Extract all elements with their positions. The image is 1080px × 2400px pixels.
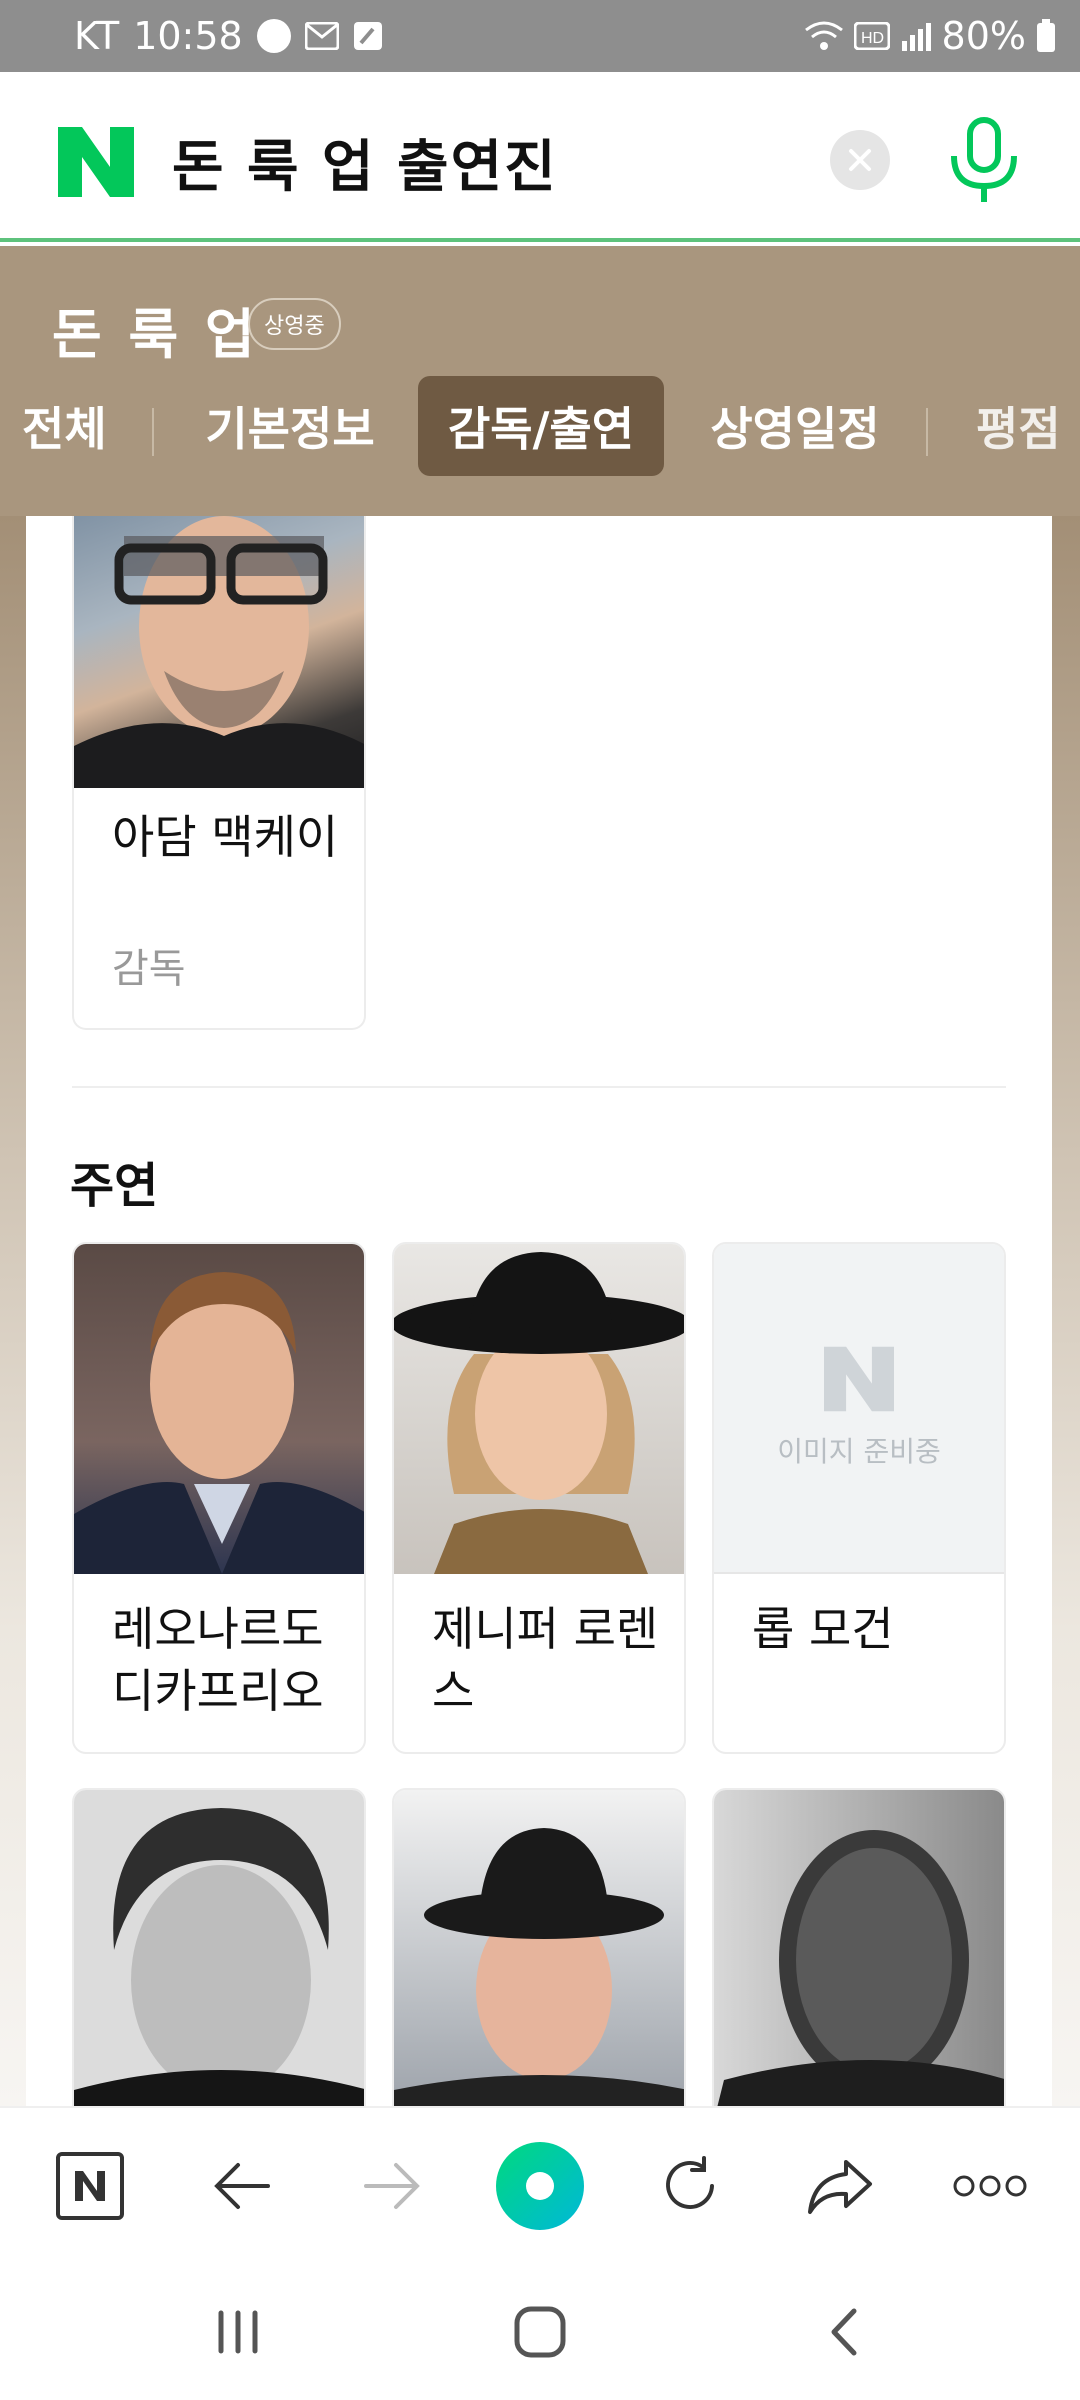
director-photo <box>74 516 364 788</box>
section-title-lead-cast: 주연 <box>70 1158 159 1214</box>
home-button[interactable] <box>500 2292 580 2372</box>
section-divider <box>72 1086 1006 1088</box>
cast-portrait <box>394 1828 684 2106</box>
cast-photo <box>394 1244 684 1574</box>
more-button[interactable] <box>950 2146 1030 2226</box>
cast-photo <box>74 1244 364 1574</box>
more-icon <box>953 2175 1027 2197</box>
cast-name: 제니퍼 로렌스 <box>432 1602 659 1718</box>
tab-all[interactable]: 전체 <box>0 376 150 476</box>
home-icon <box>514 2306 566 2358</box>
cast-photo <box>74 1790 364 2106</box>
clear-button[interactable] <box>830 130 890 190</box>
green-dot-button[interactable] <box>494 2140 586 2232</box>
movie-title: 돈 룩 업 <box>52 303 259 366</box>
cast-name: 롭 모건 <box>752 1602 894 1656</box>
cast-card[interactable] <box>72 1788 366 2106</box>
cast-photo-placeholder: 이미지 준비중 <box>714 1244 1004 1574</box>
naver-home-icon <box>56 2152 124 2220</box>
tab-divider <box>926 408 928 456</box>
cast-card[interactable]: 이미지 준비중 롭 모건 <box>712 1242 1006 1754</box>
naver-placeholder-icon <box>824 1346 894 1412</box>
cast-card[interactable] <box>712 1788 1006 2106</box>
cast-photo <box>394 1790 684 2106</box>
director-card[interactable]: 아담 맥케이 감독 <box>72 516 366 1030</box>
clear-icon <box>849 149 871 171</box>
battery-percent: 80% <box>941 14 1026 58</box>
tab-rating[interactable]: 평점 <box>956 376 1080 476</box>
system-navigation-bar <box>0 2256 1080 2400</box>
signal-icon <box>901 23 931 51</box>
refresh-icon <box>666 2156 714 2209</box>
tab-bar: 전체 기본정보 감독/출연 상영일정 평점 <box>0 376 1080 476</box>
forward-arrow-icon <box>364 2163 420 2209</box>
status-badge: 상영중 <box>248 298 341 350</box>
green-dot-icon <box>496 2142 584 2230</box>
edit-icon <box>353 22 382 50</box>
search-input[interactable]: 돈 룩 업 출연진 <box>172 122 558 203</box>
x-app-icon <box>256 19 291 53</box>
hd-voice-icon: HD <box>853 22 890 50</box>
tab-basic-info[interactable]: 기본정보 <box>180 376 400 476</box>
clock: 10:58 <box>133 14 243 58</box>
placeholder-text: 이미지 준비중 <box>777 1435 941 1468</box>
director-name: 아담 맥케이 <box>112 810 339 864</box>
battery-icon <box>1037 19 1055 52</box>
tab-schedule[interactable]: 상영일정 <box>690 376 900 476</box>
director-role: 감독 <box>112 946 186 992</box>
cast-photo <box>714 1790 1004 2106</box>
back-nav-button[interactable] <box>804 2292 884 2372</box>
recent-apps-button[interactable] <box>198 2292 278 2372</box>
movie-header: 돈 룩 업 상영중 전체 기본정보 감독/출연 상영일정 평점 <box>0 246 1080 516</box>
recent-apps-icon <box>218 2310 258 2354</box>
back-arrow-icon <box>214 2163 270 2209</box>
back-button[interactable] <box>202 2146 282 2226</box>
cast-portrait <box>74 1272 364 1574</box>
share-icon <box>808 2160 872 2214</box>
cast-card[interactable]: 제니퍼 로렌스 <box>392 1242 686 1754</box>
carrier-label: KT <box>74 14 120 58</box>
tab-divider <box>152 408 154 456</box>
naver-home-button[interactable] <box>50 2146 130 2226</box>
director-portrait <box>74 516 364 788</box>
back-icon <box>831 2308 857 2356</box>
wifi-icon <box>804 21 843 50</box>
search-bar: 돈 룩 업 출연진 <box>0 72 1080 242</box>
mail-icon <box>304 22 339 50</box>
cast-card[interactable]: 레오나르도 디카프리오 <box>72 1242 366 1754</box>
browser-toolbar <box>0 2106 1080 2256</box>
naver-logo-icon[interactable] <box>58 127 134 197</box>
cast-card[interactable] <box>392 1788 686 2106</box>
cast-portrait <box>74 1808 364 2106</box>
forward-button[interactable] <box>352 2146 432 2226</box>
status-bar: KT 10:58 HD 80% <box>0 0 1080 72</box>
refresh-button[interactable] <box>650 2146 730 2226</box>
cast-portrait <box>717 1830 1004 2106</box>
cast-content: 아담 맥케이 감독 주연 레오나르도 디카프리오 제니퍼 로렌스 이미지 준비중… <box>26 516 1052 2106</box>
svg-text:HD: HD <box>861 30 884 47</box>
mic-icon[interactable] <box>944 116 1024 206</box>
share-button[interactable] <box>800 2146 880 2226</box>
cast-name: 레오나르도 디카프리오 <box>112 1602 324 1718</box>
tab-director-cast[interactable]: 감독/출연 <box>418 376 664 476</box>
cast-portrait <box>394 1252 684 1574</box>
